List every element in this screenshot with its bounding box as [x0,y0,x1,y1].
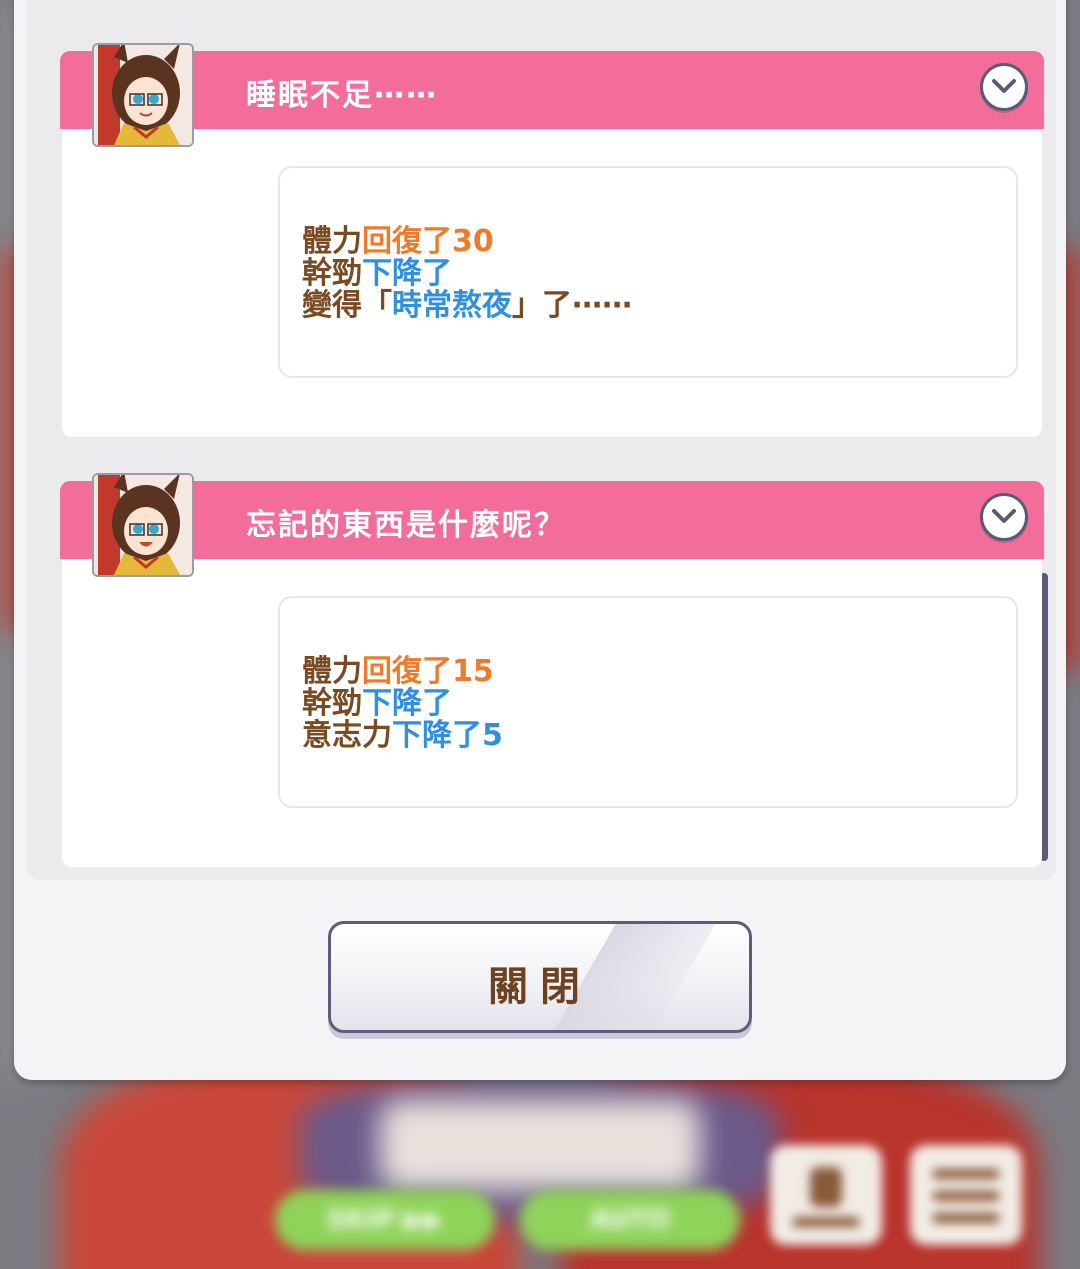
effect-line: 變得「時常熬夜」了⋯⋯ [302,288,632,323]
event-title: 睡眠不足⋯⋯ [246,78,438,113]
effect-line: 幹勁下降了 [302,686,452,721]
character-portrait [92,43,194,147]
effect-line: 體力回復了15 [302,654,494,689]
event-result-box: 體力回復了15 幹勁下降了 意志力下降了5 [278,596,1018,808]
event-result-dialog: 睡眠不足⋯⋯ 體力回復了30 幹勁下降了 變得「時常熬夜」了⋯⋯ 忘記的東西是什… [14,0,1066,1080]
chevron-down-icon[interactable] [980,63,1028,111]
effect-line: 體力回復了30 [302,224,494,259]
event-effects: 體力回復了15 幹勁下降了 意志力下降了5 [302,656,503,752]
event-title: 忘記的東西是什麼呢？ [246,508,566,543]
effect-line: 幹勁下降了 [302,256,452,291]
event-title-bar[interactable] [60,51,1044,129]
chevron-down-icon[interactable] [980,493,1028,541]
event-result-box: 體力回復了30 幹勁下降了 變得「時常熬夜」了⋯⋯ [278,166,1018,378]
close-button-label: 關閉 [488,964,592,1010]
auto-button[interactable]: AUTO [520,1190,740,1250]
menu-icon[interactable] [910,1145,1022,1245]
close-button[interactable]: 關閉 [328,921,752,1033]
event-effects: 體力回復了30 幹勁下降了 變得「時常熬夜」了⋯⋯ [302,226,632,322]
effect-line: 意志力下降了5 [302,718,503,753]
character-portrait [92,473,194,577]
log-icon[interactable] [770,1145,882,1245]
skip-button[interactable]: SKIP ▶▶ [275,1190,495,1250]
